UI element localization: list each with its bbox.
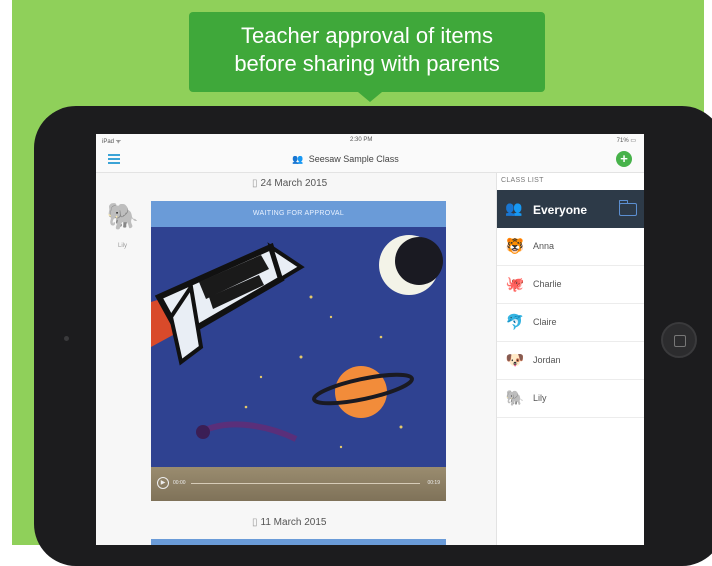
class-list-header: CLASS LIST (501, 177, 544, 184)
class-title-label: Seesaw Sample Class (308, 154, 399, 164)
student-name: Charlie (533, 279, 562, 289)
sidebar-item-lily[interactable]: 🐘 Lily (497, 380, 644, 418)
dolphin-avatar-icon: 🐬 (505, 314, 525, 331)
post-card[interactable]: WAITING FOR APPROVAL ▶ 00:00 00:19 (151, 201, 446, 501)
class-title[interactable]: 👥 Seesaw Sample Class (292, 154, 399, 165)
sidebar-item-everyone[interactable]: 👥 Everyone (497, 190, 644, 228)
front-camera (64, 336, 69, 341)
callout-pointer (358, 92, 382, 102)
callout-line-1: Teacher approval of items (241, 23, 493, 48)
student-name: Jordan (533, 355, 561, 365)
pin-icon: ▯ (252, 178, 258, 189)
battery-indicator: 71% ▭ (616, 138, 636, 144)
carrier-wifi: iPad ᯤ (102, 139, 122, 145)
callout-line-2: before sharing with parents (234, 51, 500, 76)
app-screen: iPad ᯤ 2:30 PM 71% ▭ 👥 Seesaw Sample Cla… (96, 134, 644, 545)
feature-callout: Teacher approval of items before sharing… (189, 12, 545, 92)
sidebar-item-charlie[interactable]: 🐙 Charlie (497, 266, 644, 304)
elephant-avatar-icon[interactable]: 🐘 (106, 201, 140, 237)
home-button[interactable] (661, 322, 697, 358)
total-duration: 00:19 (427, 480, 440, 486)
date-label: 11 March 2015 (260, 517, 327, 528)
elephant-avatar-icon: 🐘 (505, 390, 525, 407)
sidebar-item-claire[interactable]: 🐬 Claire (497, 304, 644, 342)
folder-icon[interactable] (618, 200, 637, 216)
play-icon[interactable]: ▶ (157, 477, 169, 489)
dog-avatar-icon: 🐶 (505, 352, 525, 369)
pin-icon: ▯ (252, 517, 258, 528)
everyone-label: Everyone (533, 203, 588, 217)
plus-circle-icon[interactable]: + (616, 151, 632, 167)
student-name: Anna (533, 241, 555, 251)
class-group-icon: 👥 (505, 200, 523, 216)
tiger-avatar-icon: 🐯 (505, 238, 525, 255)
octopus-avatar-icon: 🐙 (505, 276, 525, 293)
playback-scrubber[interactable] (191, 483, 420, 484)
class-list-sidebar: CLASS LIST 👥 Everyone 🐯 Anna 🐙 Charlie 🐬… (496, 173, 644, 545)
student-name: Lily (533, 393, 547, 403)
student-name: Claire (533, 317, 557, 327)
date-header: ▯ 24 March 2015 (252, 178, 327, 189)
post-author-name: Lily (118, 243, 128, 249)
hamburger-menu-icon[interactable] (108, 154, 120, 165)
class-group-icon: 👥 (292, 154, 304, 164)
next-post-card[interactable] (151, 539, 446, 545)
status-bar: iPad ᯤ 2:30 PM 71% ▭ (96, 134, 644, 148)
journal-feed[interactable]: ▯ 24 March 2015 🐘 Lily WAITING FOR APPROV… (96, 173, 496, 545)
student-artwork-image[interactable] (151, 227, 446, 467)
date-header: ▯ 11 March 2015 (252, 517, 326, 528)
clock: 2:30 PM (350, 137, 373, 143)
audio-playback-bar: ▶ 00:00 00:19 (151, 467, 446, 501)
date-label: 24 March 2015 (260, 178, 328, 189)
approval-status-banner[interactable]: WAITING FOR APPROVAL (151, 201, 446, 227)
nav-bar: 👥 Seesaw Sample Class + (96, 148, 644, 173)
sidebar-item-anna[interactable]: 🐯 Anna (497, 228, 644, 266)
elapsed-time: 00:00 (173, 480, 186, 486)
sidebar-item-jordan[interactable]: 🐶 Jordan (497, 342, 644, 380)
